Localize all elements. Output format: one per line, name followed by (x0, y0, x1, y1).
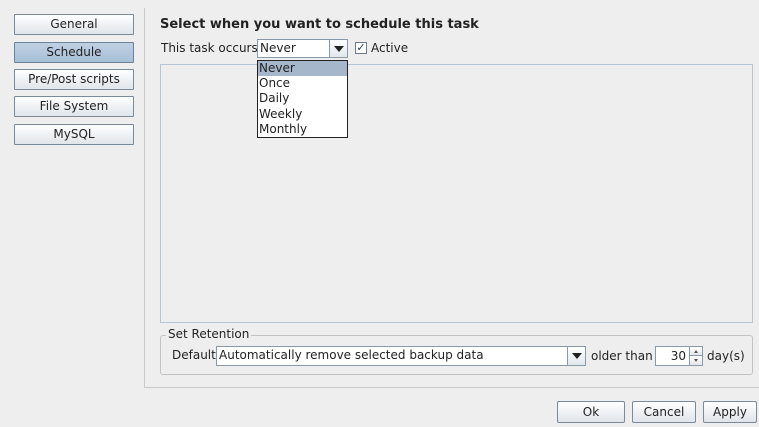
chevron-down-icon[interactable] (567, 347, 585, 365)
dropdown-option-daily[interactable]: Daily (258, 91, 347, 106)
nav-schedule-button[interactable]: Schedule (14, 42, 134, 63)
active-checkbox[interactable]: ✓ (355, 42, 367, 54)
retention-legend: Set Retention (166, 327, 252, 341)
occurs-select-value: Never (260, 41, 296, 55)
ok-button[interactable]: Ok (557, 401, 625, 423)
dropdown-option-weekly[interactable]: Weekly (258, 107, 347, 122)
occurs-select[interactable]: Never (257, 39, 348, 58)
schedule-heading: Select when you want to schedule this ta… (160, 17, 479, 32)
active-label: Active (371, 41, 409, 55)
occurs-dropdown-list[interactable]: Never Once Daily Weekly Monthly (257, 60, 348, 138)
retention-policy-select[interactable]: Automatically remove selected backup dat… (216, 346, 586, 366)
dropdown-option-monthly[interactable]: Monthly (258, 122, 347, 137)
nav-pre-post-scripts-button[interactable]: Pre/Post scripts (14, 69, 134, 90)
older-than-label: older than (591, 349, 653, 363)
days-unit-label: day(s) (707, 349, 745, 363)
nav-file-system-button[interactable]: File System (14, 96, 134, 117)
days-spinner[interactable]: 30 (655, 346, 703, 366)
spinner-buttons (689, 347, 702, 365)
apply-button[interactable]: Apply (703, 401, 757, 423)
chevron-down-icon[interactable] (329, 40, 347, 57)
retention-policy-value: Automatically remove selected backup dat… (219, 348, 484, 362)
occurs-label: This task occurs (161, 41, 258, 55)
schedule-details-area (160, 64, 753, 323)
spinner-down-icon[interactable] (690, 356, 702, 365)
default-label: Default (172, 348, 216, 362)
days-value: 30 (670, 349, 686, 363)
cancel-button[interactable]: Cancel (632, 401, 696, 423)
dropdown-option-once[interactable]: Once (258, 76, 347, 91)
nav-mysql-button[interactable]: MySQL (14, 124, 134, 145)
spinner-up-icon[interactable] (690, 347, 702, 356)
nav-general-button[interactable]: General (14, 14, 134, 35)
dropdown-option-never[interactable]: Never (258, 61, 347, 77)
